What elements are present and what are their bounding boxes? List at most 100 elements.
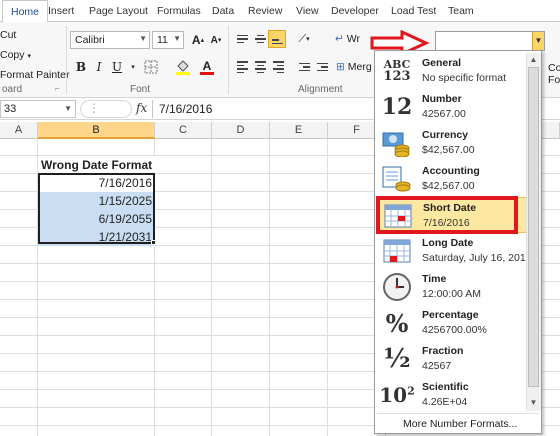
- format-option-long-date[interactable]: Long Date Saturday, July 16, 2016: [377, 233, 532, 269]
- format-option-scientific[interactable]: 102 Scientific 4.26E+04: [377, 377, 527, 413]
- merge-icon: ⊞: [336, 61, 345, 73]
- font-color-button[interactable]: A: [198, 58, 216, 76]
- format-example: 7/16/2016: [423, 217, 470, 229]
- format-option-time[interactable]: Time 12:00:00 AM: [377, 269, 527, 305]
- date-cell[interactable]: 1/15/2025: [38, 192, 155, 210]
- tab-developer[interactable]: Developer: [331, 5, 379, 17]
- gridline: [211, 139, 212, 436]
- chevron-down-icon[interactable]: ▾: [124, 58, 142, 76]
- wrap-text-label: Wr: [346, 33, 360, 45]
- chevron-down-icon: ▼: [64, 104, 72, 113]
- increase-indent-button[interactable]: [313, 58, 331, 76]
- italic-button[interactable]: I: [90, 58, 108, 76]
- align-bottom-button[interactable]: [268, 30, 286, 48]
- format-example: 4256700.00%: [422, 324, 487, 336]
- cell-header[interactable]: Wrong Date Format: [38, 156, 155, 174]
- calendar-icon: [382, 201, 414, 231]
- fill-handle[interactable]: [151, 240, 156, 245]
- fx-icon[interactable]: fx: [136, 101, 147, 115]
- format-option-currency[interactable]: Currency $42,567.00: [377, 125, 527, 161]
- scroll-up-icon[interactable]: ▲: [527, 54, 540, 66]
- name-box-value: 33: [4, 103, 17, 115]
- format-name: Scientific: [422, 381, 469, 393]
- tab-review[interactable]: Review: [248, 5, 282, 17]
- tab-data[interactable]: Data: [212, 5, 234, 17]
- cut-button[interactable]: Cut: [0, 29, 16, 41]
- column-header-e[interactable]: E: [270, 122, 328, 139]
- format-name: Long Date: [422, 237, 474, 249]
- more-number-formats-button[interactable]: More Number Formats...: [377, 413, 539, 433]
- format-option-percentage[interactable]: % Percentage 4256700.00%: [377, 305, 527, 341]
- alignment-group-label: Alignment: [298, 84, 343, 95]
- tab-load-test[interactable]: Load Test: [391, 5, 436, 17]
- format-example: $42,567.00: [422, 180, 475, 192]
- grow-font-label: A: [191, 33, 201, 47]
- format-name: Currency: [422, 129, 469, 141]
- calendar-icon: [381, 236, 413, 266]
- align-left-button[interactable]: [233, 58, 251, 76]
- scroll-down-icon[interactable]: ▼: [527, 397, 540, 409]
- format-name: Time: [422, 273, 447, 285]
- wrap-text-button[interactable]: ↵ Wr: [335, 33, 360, 45]
- date-cell[interactable]: 6/19/2055: [38, 210, 155, 228]
- tab-view[interactable]: View: [296, 5, 319, 17]
- column-header-b[interactable]: B: [38, 122, 155, 139]
- column-header-c[interactable]: C: [155, 122, 212, 139]
- date-cell[interactable]: 7/16/2016: [38, 174, 155, 192]
- shrink-font-button[interactable]: A ▾: [207, 31, 225, 49]
- scientific-exponent: 2: [407, 384, 415, 398]
- format-option-accounting[interactable]: Accounting $42,567.00: [377, 161, 527, 197]
- number-glyph: 12: [381, 94, 413, 120]
- format-painter-button[interactable]: Format Painter: [0, 69, 69, 81]
- orientation-button[interactable]: ⟋ ▾: [295, 30, 313, 48]
- format-option-short-date[interactable]: Short Date 7/16/2016: [377, 197, 527, 233]
- number-format-combo[interactable]: ▼: [435, 31, 545, 51]
- merge-center-button[interactable]: ⊞ Merg: [336, 61, 372, 73]
- font-size-value: 11: [157, 34, 168, 46]
- wrap-icon: ↵: [335, 33, 344, 45]
- gridline: [269, 139, 270, 436]
- gridline: [327, 139, 328, 436]
- font-name-combo[interactable]: Calibri ▼: [70, 31, 150, 49]
- fill-color-button[interactable]: [174, 58, 192, 76]
- grow-font-button[interactable]: A ▴: [189, 31, 207, 49]
- tab-formulas[interactable]: Formulas: [157, 5, 201, 17]
- align-top-button[interactable]: [233, 30, 251, 48]
- format-example: $42,567.00: [422, 144, 475, 156]
- group-divider: [228, 26, 229, 94]
- tab-page-layout[interactable]: Page Layout: [89, 5, 148, 17]
- currency-icon: [381, 128, 413, 158]
- tab-team[interactable]: Team: [448, 5, 474, 17]
- decrease-indent-button[interactable]: [295, 58, 313, 76]
- format-option-number[interactable]: 12 Number 42567.00: [377, 89, 527, 125]
- dialog-launcher-icon[interactable]: ⌐: [55, 84, 60, 93]
- borders-button[interactable]: [142, 58, 160, 76]
- tab-home[interactable]: Home: [2, 0, 49, 23]
- align-right-button[interactable]: [269, 58, 287, 76]
- copy-button[interactable]: Copy ▾: [0, 49, 31, 61]
- column-header-d[interactable]: D: [212, 122, 270, 139]
- scrollbar-thumb[interactable]: [528, 67, 539, 387]
- bold-button[interactable]: B: [72, 58, 90, 76]
- format-option-fraction[interactable]: ½ Fraction 42567: [377, 341, 527, 377]
- name-box[interactable]: 33 ▼: [0, 100, 76, 118]
- scientific-base: 10: [379, 383, 408, 407]
- format-option-general[interactable]: ABC 123 General No specific format: [377, 53, 527, 89]
- percent-glyph: %: [385, 308, 409, 338]
- shrink-font-label: A: [210, 34, 218, 46]
- column-header-a[interactable]: A: [0, 122, 38, 139]
- chevron-down-icon[interactable]: ▼: [532, 32, 544, 50]
- general-glyph-bottom: 123: [383, 69, 411, 84]
- down-icon: ▾: [217, 37, 222, 44]
- abc-123-icon: ABC 123: [381, 56, 413, 86]
- align-center-button[interactable]: [251, 58, 269, 76]
- group-divider: [66, 26, 67, 94]
- styles-partial-1: Co: [548, 62, 560, 74]
- align-middle-button[interactable]: [251, 30, 269, 48]
- font-size-combo[interactable]: 11 ▼: [152, 31, 184, 49]
- tab-insert[interactable]: Insert: [48, 5, 74, 17]
- format-example: 42567.00: [422, 108, 466, 120]
- date-cell[interactable]: 1/21/2031: [38, 228, 155, 246]
- styles-partial-2: Fo: [548, 74, 560, 86]
- ribbon-tabs: Home Insert Page Layout Formulas Data Re…: [0, 0, 560, 23]
